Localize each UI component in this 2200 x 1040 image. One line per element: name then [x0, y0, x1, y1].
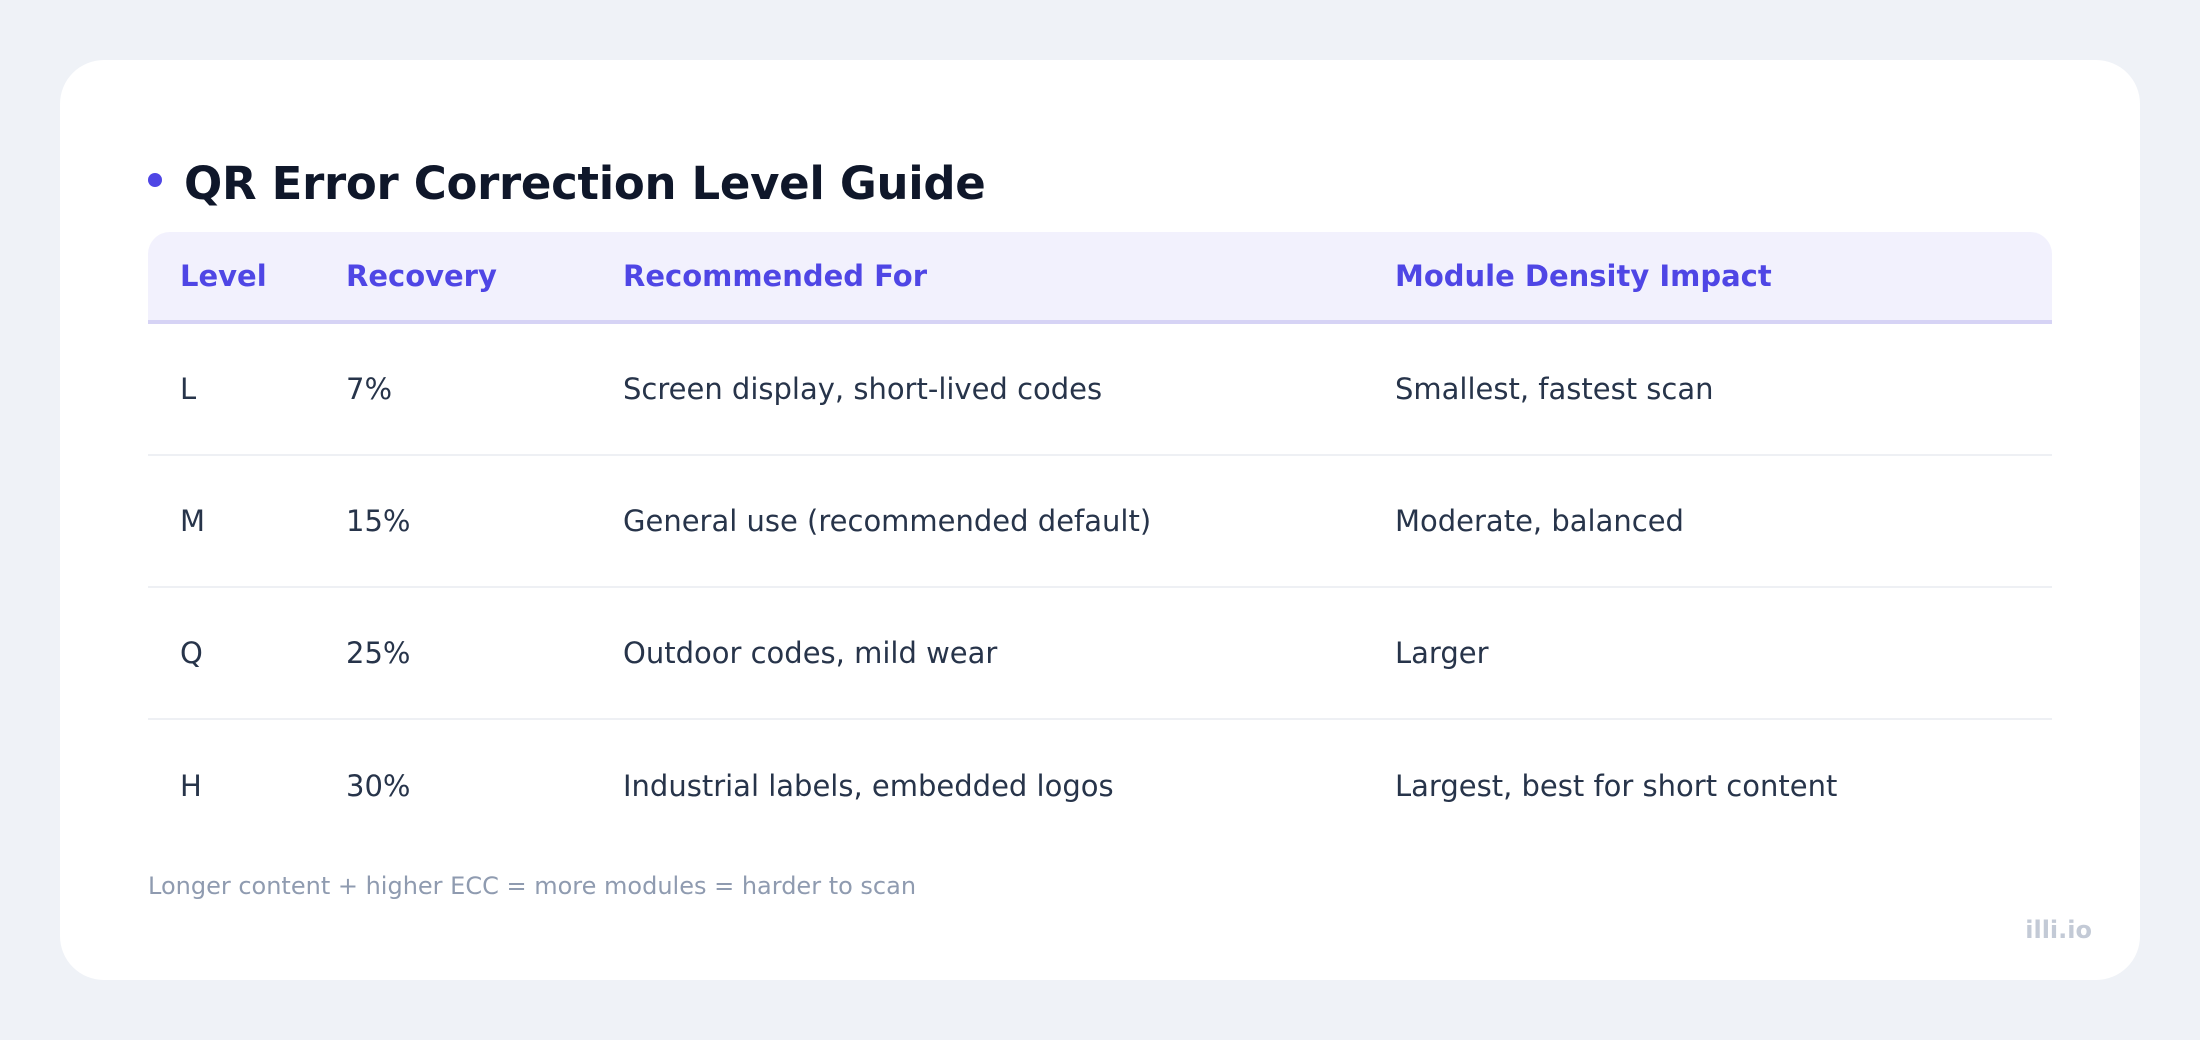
cell-recovery: 7%: [346, 372, 393, 406]
header-recommended-for: Recommended For: [623, 259, 928, 293]
cell-recovery: 30%: [346, 769, 411, 803]
guide-card: QR Error Correction Level Guide Level Re…: [60, 60, 2140, 980]
table-row: L 7% Screen display, short-lived codes S…: [148, 324, 2052, 456]
cell-density-impact: Moderate, balanced: [1395, 504, 1684, 538]
cell-level: L: [180, 372, 197, 406]
cell-level: H: [180, 769, 202, 803]
header-level: Level: [180, 259, 267, 293]
cell-recovery: 15%: [346, 504, 411, 538]
cell-recovery: 25%: [346, 636, 411, 670]
table-row: H 30% Industrial labels, embedded logos …: [148, 720, 2052, 852]
cell-level: M: [180, 504, 206, 538]
cell-density-impact: Smallest, fastest scan: [1395, 372, 1714, 406]
brand-watermark: illi.io: [2025, 916, 2092, 944]
ecc-table: Level Recovery Recommended For Module De…: [148, 232, 2052, 852]
cell-recommended-for: Industrial labels, embedded logos: [623, 769, 1114, 803]
cell-density-impact: Larger: [1395, 636, 1489, 670]
cell-recommended-for: Outdoor codes, mild wear: [623, 636, 998, 670]
bullet-dot-icon: [148, 173, 162, 187]
table-row: Q 25% Outdoor codes, mild wear Larger: [148, 588, 2052, 720]
title-row: QR Error Correction Level Guide: [148, 138, 986, 228]
footnote: Longer content + higher ECC = more modul…: [148, 872, 917, 900]
cell-level: Q: [180, 636, 203, 670]
cell-recommended-for: Screen display, short-lived codes: [623, 372, 1103, 406]
page-title: QR Error Correction Level Guide: [184, 156, 986, 210]
table-row: M 15% General use (recommended default) …: [148, 456, 2052, 588]
header-recovery: Recovery: [346, 259, 497, 293]
cell-recommended-for: General use (recommended default): [623, 504, 1152, 538]
header-module-density-impact: Module Density Impact: [1395, 259, 1772, 293]
table-header: Level Recovery Recommended For Module De…: [148, 232, 2052, 324]
cell-density-impact: Largest, best for short content: [1395, 769, 1838, 803]
